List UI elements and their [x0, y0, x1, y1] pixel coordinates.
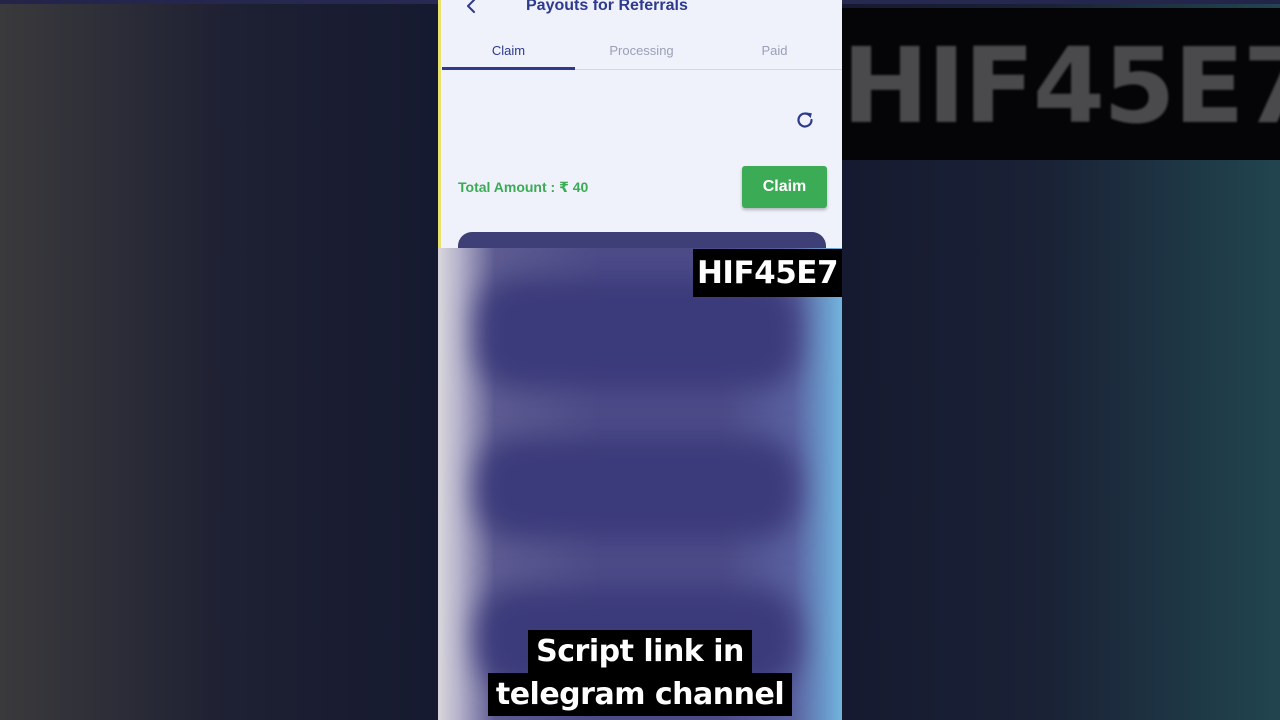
refresh-icon[interactable] [794, 109, 816, 131]
tab-processing[interactable]: Processing [575, 36, 708, 70]
caption-line: Script link in [528, 630, 752, 673]
tab-paid[interactable]: Paid [708, 36, 841, 70]
phone-edge [438, 0, 441, 248]
blurred-block [478, 438, 798, 538]
video-caption: Script link in telegram channel [438, 630, 842, 716]
active-tab-indicator [442, 67, 575, 70]
claim-button[interactable]: Claim [742, 166, 827, 208]
page-title: Payouts for Referrals [526, 0, 688, 14]
phone-screen: Payouts for Referrals Claim Processing P… [438, 0, 842, 720]
app-header: Payouts for Referrals [438, 0, 842, 20]
background-code-text: HIF45E7 [842, 25, 1280, 147]
total-amount: Total Amount : ₹ 40 [458, 179, 589, 195]
tab-claim[interactable]: Claim [442, 36, 575, 70]
chevron-left-icon[interactable] [464, 0, 480, 14]
referral-code-badge: HIF45E7 [693, 249, 842, 297]
payout-tabs: Claim Processing Paid [442, 36, 842, 70]
background-code-banner: HIF45E7 [842, 8, 1280, 160]
caption-line: telegram channel [487, 673, 793, 716]
